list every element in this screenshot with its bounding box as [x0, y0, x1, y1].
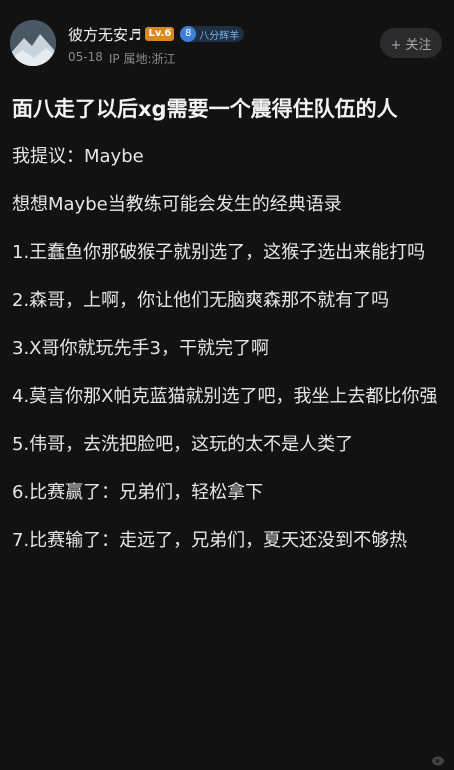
post-paragraph: 想想Maybe当教练可能会发生的经典语录 [12, 194, 342, 215]
fan-badge: 8 八分辉羊 [180, 26, 245, 42]
post-paragraph: 5.伟哥，去洗把脸吧，这玩的太不是人类了 [12, 434, 354, 455]
follow-button[interactable]: + 关注 [380, 28, 442, 58]
post-title: 面八走了以后xg需要一个震得住队伍的人 [12, 97, 398, 121]
username[interactable]: 彼方无安♬ [68, 24, 141, 45]
post-date: 05-18 [68, 50, 103, 64]
user-avatar[interactable] [10, 20, 56, 66]
watermark [432, 754, 446, 766]
post-header: 彼方无安♬ Lv.6 8 八分辉羊 05-18 IP 属地:浙江 + 关注 [0, 0, 454, 80]
fan-badge-number: 8 [180, 26, 197, 42]
post-paragraph: 1.王蠢鱼你那破猴子就别选了，这猴子选出来能打吗 [12, 242, 426, 263]
post-paragraph: 7.比赛输了：走远了，兄弟们，夏天还没到不够热 [12, 530, 408, 551]
weibo-logo-icon [432, 756, 444, 766]
level-badge: Lv.6 [145, 27, 175, 41]
post-content: 面八走了以后xg需要一个震得住队伍的人 我提议：Maybe 想想Maybe当教练… [12, 92, 444, 558]
fan-badge-label: 八分辉羊 [199, 30, 240, 42]
post-paragraph: 我提议：Maybe [12, 146, 144, 167]
post-meta: 05-18 IP 属地:浙江 [68, 50, 176, 67]
user-name-row: 彼方无安♬ Lv.6 8 八分辉羊 [68, 24, 245, 45]
post-paragraph: 4.莫言你那X帕克蓝猫就别选了吧，我坐上去都比你强 [12, 386, 438, 407]
ip-location: IP 属地:浙江 [108, 52, 176, 66]
post-paragraph: 2.森哥，上啊，你让他们无脑爽森那不就有了吗 [12, 290, 390, 311]
post-paragraph: 3.X哥你就玩先手3，干就完了啊 [12, 338, 269, 359]
post-paragraph: 6.比赛赢了：兄弟们，轻松拿下 [12, 482, 264, 503]
